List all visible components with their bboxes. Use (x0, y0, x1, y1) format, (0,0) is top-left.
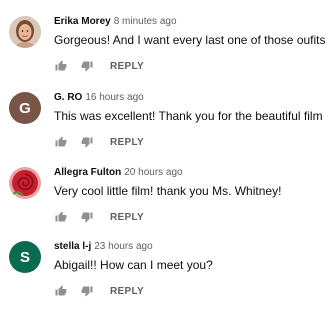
comment-header: stella l-j 23 hours ago (54, 241, 153, 253)
comment-actions: REPLY (54, 210, 144, 224)
timestamp[interactable]: 20 hours ago (124, 167, 182, 178)
comment-text: Gorgeous! And I want every last one of t… (54, 33, 326, 47)
thumbs-down-icon[interactable] (80, 59, 94, 73)
rose-photo-icon (9, 167, 41, 199)
thumbs-up-icon[interactable] (54, 59, 68, 73)
comment-text: This was excellent! Thank you for the be… (54, 109, 323, 123)
comment-actions: REPLY (54, 135, 144, 149)
author-name[interactable]: G. RO (54, 92, 82, 103)
comment-item: G G. RO 16 hours ago This was excellent! … (0, 76, 328, 152)
comment-item: Allegra Fulton 20 hours ago Very cool lit… (0, 151, 328, 227)
reply-button[interactable]: REPLY (110, 137, 144, 148)
reply-button[interactable]: REPLY (110, 61, 144, 72)
comment-item: S stella l-j 23 hours ago Abigail!! How c… (0, 227, 328, 303)
reply-button[interactable]: REPLY (110, 212, 144, 223)
avatar[interactable]: G (9, 92, 41, 124)
comment-header: Allegra Fulton 20 hours ago (54, 167, 183, 179)
comment-actions: REPLY (54, 59, 144, 73)
avatar[interactable] (9, 16, 41, 48)
thumbs-up-icon[interactable] (54, 284, 68, 298)
comment-text: Very cool little film! thank you Ms. Whi… (54, 184, 282, 198)
profile-photo-icon (9, 16, 41, 48)
comment-header: Erika Morey 8 minutes ago (54, 16, 177, 28)
thumbs-up-icon[interactable] (54, 210, 68, 224)
comment-item: Erika Morey 8 minutes ago Gorgeous! And I… (0, 0, 328, 76)
avatar[interactable] (9, 167, 41, 199)
timestamp[interactable]: 8 minutes ago (114, 16, 177, 27)
thumbs-down-icon[interactable] (80, 210, 94, 224)
timestamp[interactable]: 16 hours ago (85, 92, 143, 103)
avatar-letter: S (19, 248, 30, 266)
reply-button[interactable]: REPLY (110, 286, 144, 297)
thumbs-down-icon[interactable] (80, 135, 94, 149)
comment-actions: REPLY (54, 284, 144, 298)
author-name[interactable]: Erika Morey (54, 16, 111, 27)
timestamp[interactable]: 23 hours ago (94, 241, 152, 252)
author-name[interactable]: stella l-j (54, 241, 91, 252)
comment-header: G. RO 16 hours ago (54, 92, 144, 104)
comment-text: Abigail!! How can I meet you? (54, 258, 213, 272)
author-name[interactable]: Allegra Fulton (54, 167, 121, 178)
thumbs-up-icon[interactable] (54, 135, 68, 149)
avatar-letter: G (19, 99, 31, 117)
thumbs-down-icon[interactable] (80, 284, 94, 298)
avatar[interactable]: S (9, 241, 41, 273)
